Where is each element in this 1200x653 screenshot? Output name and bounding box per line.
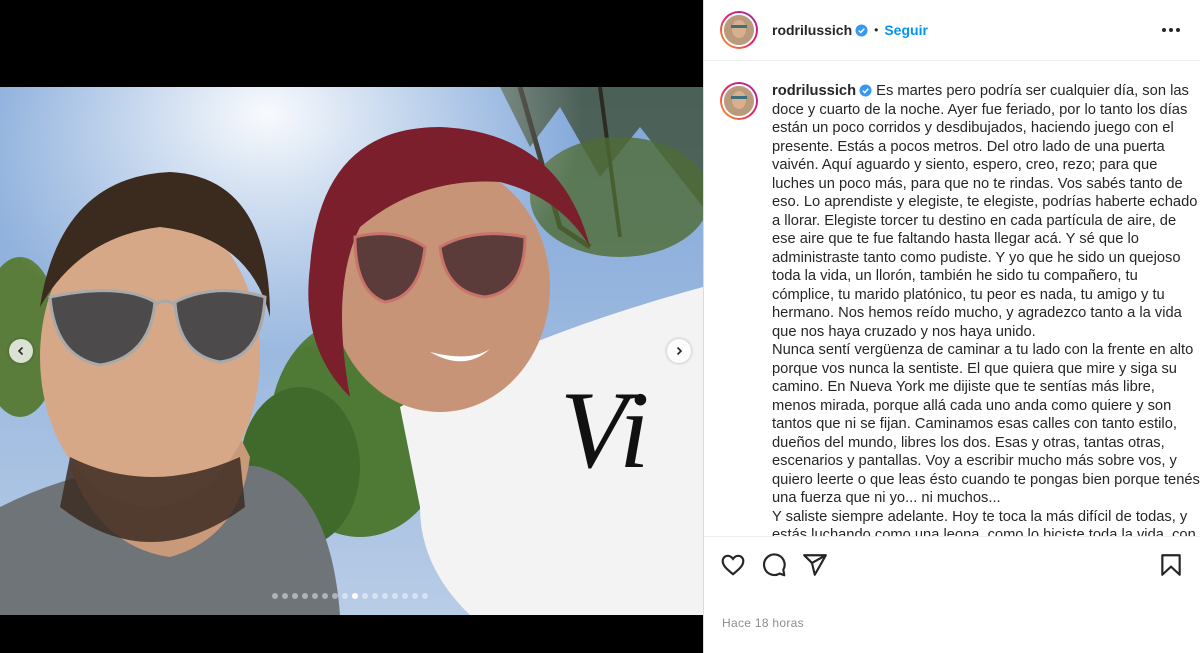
post-media-area: Vi — [0, 0, 703, 653]
chevron-right-icon — [676, 346, 683, 356]
post-timestamp[interactable]: Hace 18 horas — [722, 616, 804, 630]
carousel-dot — [422, 593, 428, 599]
carousel-dot — [392, 593, 398, 599]
post-header: rodrilussich • Seguir — [704, 0, 1200, 61]
carousel-dot — [302, 593, 308, 599]
carousel-dot — [322, 593, 328, 599]
post-caption: rodrilussich Es martes pero podría ser c… — [772, 82, 1200, 536]
carousel-next-button[interactable] — [667, 339, 691, 363]
verified-badge-icon — [855, 23, 868, 37]
post-actions — [704, 536, 1200, 592]
shirt-print-text: Vi — [560, 369, 650, 491]
carousel-dot — [362, 593, 368, 599]
carousel-dot — [312, 593, 318, 599]
avatar[interactable] — [720, 11, 758, 49]
carousel-prev-button[interactable] — [9, 339, 33, 363]
selfie-image: Vi — [0, 87, 703, 615]
username-link[interactable]: rodrilussich — [772, 22, 852, 38]
comments-scroll-area[interactable]: rodrilussich Es martes pero podría ser c… — [704, 62, 1200, 536]
carousel-dot — [372, 593, 378, 599]
follow-button[interactable]: Seguir — [884, 22, 928, 38]
carousel-dot — [342, 593, 348, 599]
more-options-icon[interactable] — [1158, 24, 1184, 36]
avatar-image — [722, 13, 756, 47]
caption-paragraph-3: Y saliste siempre adelante. Hoy te toca … — [772, 508, 1196, 537]
carousel-dot — [282, 593, 288, 599]
heart-icon[interactable] — [720, 552, 746, 578]
comment-bubble-icon[interactable] — [761, 552, 787, 578]
post-side-panel: rodrilussich • Seguir rodrilussich Es ma… — [703, 0, 1200, 653]
carousel-dot — [332, 593, 338, 599]
carousel-dot — [382, 593, 388, 599]
paper-plane-icon[interactable] — [802, 552, 828, 578]
caption-paragraph-1: Es martes pero podría ser cualquier día,… — [772, 83, 1198, 340]
caption-username[interactable]: rodrilussich — [772, 83, 856, 99]
carousel-dot — [292, 593, 298, 599]
carousel-dot — [402, 593, 408, 599]
chevron-left-icon — [17, 346, 24, 356]
bookmark-icon[interactable] — [1158, 552, 1184, 578]
instagram-post-viewer: Vi rodrilussich • Seguir rodrilussich Es… — [0, 0, 1200, 653]
post-photo[interactable]: Vi — [0, 87, 703, 615]
carousel-dot — [352, 593, 358, 599]
carousel-dot — [272, 593, 278, 599]
caption-avatar[interactable] — [720, 82, 758, 120]
carousel-indicator — [272, 593, 428, 599]
verified-badge-icon — [859, 84, 872, 97]
caption-paragraph-2: Nunca sentí vergüenza de caminar a tu la… — [772, 342, 1200, 506]
carousel-dot — [412, 593, 418, 599]
separator-dot: • — [874, 23, 879, 37]
